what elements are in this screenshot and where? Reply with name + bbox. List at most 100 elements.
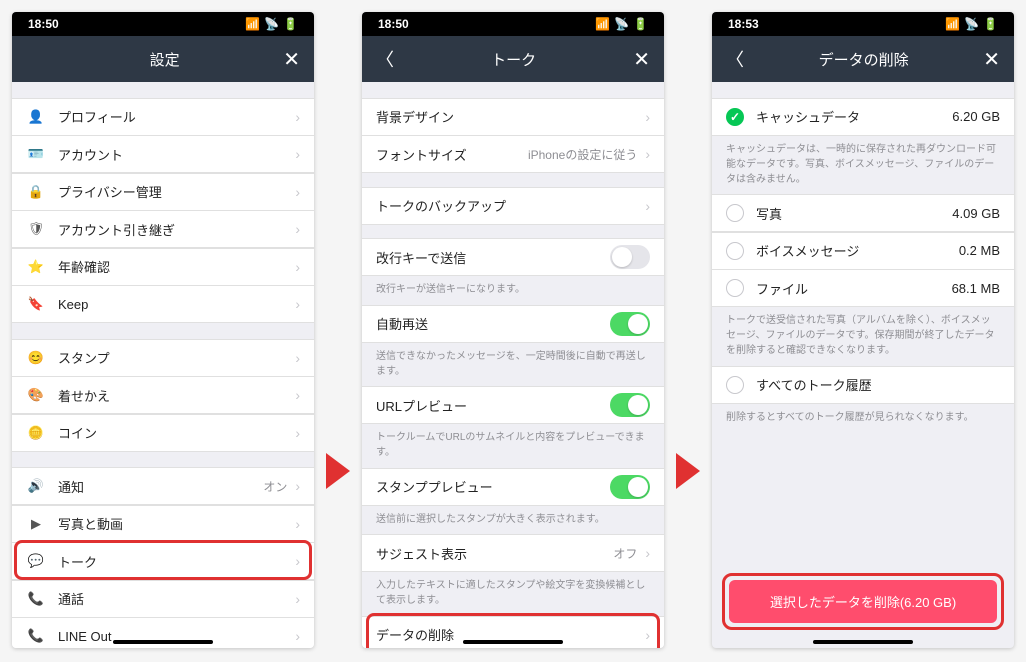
settings-row[interactable]: 🎨着せかえ› [12,376,314,414]
row-label: プロフィール [58,107,295,126]
person-icon: 👤 [26,109,46,125]
header-title: 設定 [46,49,283,70]
row-value: オフ [613,545,637,562]
play-icon: ▶ [26,516,46,532]
settings-row[interactable]: 📞通話› [12,580,314,618]
arrow-icon [326,453,350,489]
toggle[interactable] [610,245,650,269]
talk-settings-list: 背景デザイン›フォントサイズiPhoneの設定に従う› トークのバックアップ› 改行… [362,82,664,648]
radio[interactable] [726,376,744,394]
row-label: トーク [58,552,295,571]
radio[interactable] [726,242,744,260]
settings-row[interactable]: 💬トーク› [12,542,314,580]
status-icons: 📶 📡 🔋 [945,17,998,31]
close-icon[interactable]: ✕ [283,47,300,72]
status-time: 18:50 [28,17,59,31]
row-label: 通知 [58,477,263,496]
chevron-icon: › [295,184,300,200]
toggle[interactable] [610,475,650,499]
row-label: スタンププレビュー [376,477,610,496]
chevron-icon: › [645,198,650,214]
settings-row[interactable]: フォントサイズiPhoneの設定に従う› [362,135,664,173]
chevron-icon: › [295,146,300,162]
back-icon[interactable]: 〈 [726,46,744,72]
chevron-icon: › [295,553,300,569]
row-label: アカウント引き継ぎ [58,220,295,239]
chevron-icon: › [645,627,650,643]
row-label: URLプレビュー [376,396,610,415]
data-size: 6.20 GB [952,109,1000,124]
settings-row[interactable]: サジェスト表示オフ› [362,534,664,572]
description-text: 改行キーが送信キーになります。 [362,276,664,305]
settings-list: 👤プロフィール›🪪アカウント›🔒プライバシー管理›🛡アカウント引き継ぎ›⭐年齢確… [12,82,314,648]
chevron-icon: › [295,628,300,644]
close-icon[interactable]: ✕ [983,47,1000,72]
status-time: 18:53 [728,17,759,31]
row-label: 年齢確認 [58,257,295,276]
wifi-icon: 📡 [614,17,629,31]
delete-button-highlight: 選択したデータを削除(6.20 GB) [722,573,1004,630]
data-option-row[interactable]: ボイスメッセージ0.2 MB [712,232,1014,270]
settings-row[interactable]: 🪪アカウント› [12,135,314,173]
data-option-row[interactable]: キャッシュデータ6.20 GB [712,98,1014,136]
chevron-icon: › [645,109,650,125]
row-value: iPhoneの設定に従う [528,146,637,163]
toggle[interactable] [610,393,650,417]
settings-row[interactable]: 🔒プライバシー管理› [12,173,314,211]
toggle[interactable] [610,312,650,336]
signal-icon: 📶 [245,17,260,31]
close-icon[interactable]: ✕ [633,47,650,72]
row-label: 通話 [58,589,295,608]
settings-row[interactable]: 🪙コイン› [12,414,314,452]
shield-icon: 🛡 [26,221,46,237]
theme-icon: 🎨 [26,387,46,403]
description-text: トークで送受信された写真（アルバムを除く）、ボイスメッセージ、ファイルのデータで… [712,307,1014,366]
description-text: 入力したテキストに適したスタンプや絵文字を変換候補として表示します。 [362,572,664,616]
phone-icon: 📞 [26,591,46,607]
chevron-icon: › [295,478,300,494]
settings-row[interactable]: 自動再送 [362,305,664,343]
settings-row[interactable]: URLプレビュー [362,386,664,424]
header: 〈 データの削除 ✕ [712,36,1014,82]
data-option-row[interactable]: 写真4.09 GB [712,194,1014,232]
settings-row[interactable]: 👤プロフィール› [12,98,314,136]
row-label: アカウント [58,145,295,164]
home-indicator[interactable] [463,640,563,644]
delete-button[interactable]: 選択したデータを削除(6.20 GB) [729,580,997,623]
battery-icon: 🔋 [983,17,998,31]
delete-data-list: キャッシュデータ6.20 GBキャッシュデータは、一時的に保存された再ダウンロー… [712,82,1014,648]
row-label: ファイル [756,279,952,298]
row-label: 写真 [756,204,952,223]
coin-icon: 🪙 [26,425,46,441]
home-indicator[interactable] [813,640,913,644]
settings-row[interactable]: ▶写真と動画› [12,505,314,543]
settings-row[interactable]: 😊スタンプ› [12,339,314,377]
wifi-icon: 📡 [964,17,979,31]
chevron-icon: › [295,259,300,275]
settings-row[interactable]: 🔖Keep› [12,285,314,323]
arrow-icon [676,453,700,489]
smile-icon: 😊 [26,350,46,366]
back-icon[interactable]: 〈 [376,46,394,72]
status-bar: 18:53 📶 📡 🔋 [712,12,1014,36]
radio[interactable] [726,204,744,222]
radio[interactable] [726,108,744,126]
header: 〈 トーク ✕ [362,36,664,82]
settings-row[interactable]: 改行キーで送信 [362,238,664,276]
data-option-row[interactable]: ファイル68.1 MB [712,269,1014,307]
settings-row[interactable]: トークのバックアップ› [362,187,664,225]
settings-row[interactable]: ⭐年齢確認› [12,248,314,286]
radio[interactable] [726,279,744,297]
settings-row[interactable]: 背景デザイン› [362,98,664,136]
header: 設定 ✕ [12,36,314,82]
description-text: トークルームでURLのサムネイルと内容をプレビューできます。 [362,424,664,468]
settings-row[interactable]: 🛡アカウント引き継ぎ› [12,210,314,248]
settings-row[interactable]: スタンププレビュー [362,468,664,506]
settings-row[interactable]: 🔊通知オン› [12,467,314,505]
phone-icon: 📞 [26,628,46,644]
signal-icon: 📶 [595,17,610,31]
data-option-row[interactable]: すべてのトーク履歴 [712,366,1014,404]
home-indicator[interactable] [113,640,213,644]
phone-delete-data: 18:53 📶 📡 🔋 〈 データの削除 ✕ キャッシュデータ6.20 GBキャ… [712,12,1014,648]
row-label: サジェスト表示 [376,544,613,563]
